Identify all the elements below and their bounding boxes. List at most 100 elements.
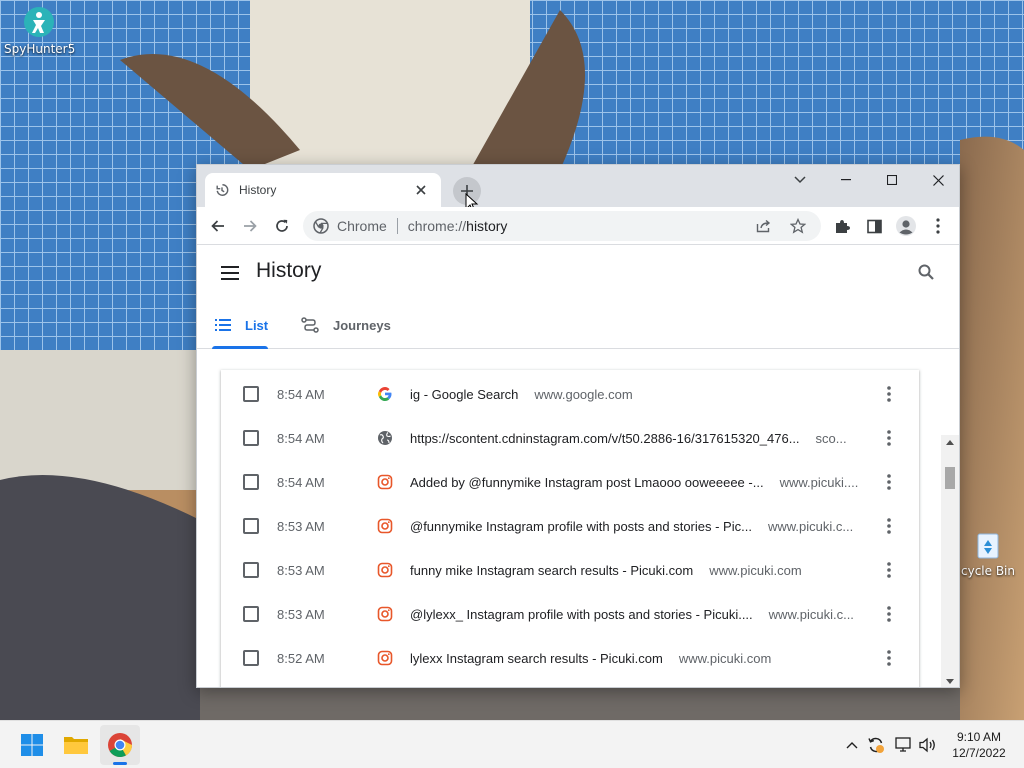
- picuki-favicon: [377, 474, 393, 490]
- row-checkbox[interactable]: [243, 650, 259, 666]
- share-icon: [756, 219, 771, 233]
- tab-strip: History: [197, 165, 959, 213]
- update-tray-button[interactable]: [866, 735, 886, 755]
- system-clock[interactable]: 9:10 AM 12/7/2022: [946, 729, 1012, 761]
- history-row[interactable]: 8:53 AM @lylexx_ Instagram profile with …: [221, 592, 919, 636]
- start-button[interactable]: [12, 725, 52, 765]
- minimize-icon: [841, 179, 851, 181]
- row-domain: www.picuki.c...: [767, 518, 854, 534]
- row-time: 8:54 AM: [277, 474, 325, 490]
- more-vert-icon[interactable]: [881, 602, 897, 626]
- row-checkbox[interactable]: [243, 518, 259, 534]
- tab-journeys[interactable]: Journeys: [301, 301, 391, 349]
- minimize-button[interactable]: [823, 165, 869, 195]
- row-title[interactable]: Added by @funnymike Instagram post Lmaoo…: [410, 475, 858, 490]
- omnibox-separator: [396, 218, 398, 234]
- arrow-right-icon: [244, 220, 257, 232]
- side-panel-button[interactable]: [860, 212, 888, 240]
- network-button[interactable]: [894, 735, 914, 755]
- history-row[interactable]: 8:54 AM Added by @funnymike Instagram po…: [221, 460, 919, 504]
- row-title[interactable]: @lylexx_ Instagram profile with posts an…: [410, 607, 854, 622]
- profile-button[interactable]: [892, 212, 920, 240]
- row-title[interactable]: funny mike Instagram search results - Pi…: [410, 563, 802, 578]
- row-checkbox[interactable]: [243, 386, 259, 402]
- file-explorer-button[interactable]: [56, 725, 96, 765]
- scrollbar-thumb: [945, 467, 955, 489]
- globe-favicon: [378, 431, 392, 445]
- windows-logo-icon: [21, 734, 43, 756]
- browser-toolbar: Chrome chrome://history: [197, 207, 959, 245]
- history-card: 8:54 AM ig - Google Search www.google.com…: [221, 370, 919, 687]
- desktop-icon-spyhunter[interactable]: SpyHunter5: [4, 6, 76, 56]
- chrome-icon: [108, 733, 132, 758]
- more-vert-icon[interactable]: [881, 558, 897, 582]
- desktop-icon-label: SpyHunter5: [4, 42, 76, 56]
- row-domain: sco...: [815, 430, 847, 446]
- more-vert-icon[interactable]: [881, 382, 897, 406]
- more-vert-icon: [936, 218, 940, 234]
- main-menu-button[interactable]: [219, 263, 241, 283]
- row-title[interactable]: @funnymike Instagram profile with posts …: [410, 519, 853, 534]
- desktop-icon-label: cycle Bin: [961, 564, 1015, 578]
- history-row[interactable]: 8:54 AM https://scontent.cdninstagram.co…: [221, 416, 919, 460]
- chevron-down-icon: [794, 176, 806, 184]
- hamburger-menu-icon: [221, 266, 239, 280]
- share-button[interactable]: [755, 217, 773, 235]
- volume-button[interactable]: [918, 735, 938, 755]
- reload-icon: [276, 219, 288, 232]
- row-title-text: Added by @funnymike Instagram post Lmaoo…: [410, 474, 764, 490]
- bookmark-button[interactable]: [789, 217, 807, 235]
- tab-list[interactable]: List: [215, 301, 268, 349]
- row-checkbox[interactable]: [243, 430, 259, 446]
- row-checkbox[interactable]: [243, 606, 259, 622]
- search-history-button[interactable]: [915, 261, 937, 283]
- puzzle-icon: [836, 220, 850, 233]
- desktop-icon-recycle-bin[interactable]: cycle Bin: [956, 528, 1020, 578]
- clock-time: 9:10 AM: [956, 730, 1002, 744]
- more-vert-icon[interactable]: [881, 426, 897, 450]
- row-title-text: @lylexx_ Instagram profile with posts an…: [410, 606, 753, 622]
- url-scheme: chrome://: [407, 218, 467, 234]
- reload-button[interactable]: [268, 212, 296, 240]
- forward-button[interactable]: [236, 212, 264, 240]
- row-title-text: ig - Google Search: [410, 386, 519, 402]
- close-icon: [932, 174, 944, 186]
- row-title[interactable]: ig - Google Search www.google.com: [410, 387, 633, 402]
- history-row[interactable]: 8:54 AM ig - Google Search www.google.com: [221, 372, 919, 416]
- page-header: History: [197, 245, 959, 301]
- back-button[interactable]: [204, 212, 232, 240]
- page-title: History: [256, 259, 322, 282]
- more-vert-icon[interactable]: [881, 514, 897, 538]
- row-title[interactable]: lylexx Instagram search results - Picuki…: [410, 651, 771, 666]
- show-hidden-icons-button[interactable]: [842, 735, 862, 755]
- maximize-button[interactable]: [869, 165, 915, 195]
- chrome-window: History Chrome chrome://history History …: [196, 164, 960, 688]
- network-icon: [895, 737, 911, 752]
- tab-close-button[interactable]: [411, 180, 431, 200]
- tab-search-button[interactable]: [777, 165, 823, 195]
- row-checkbox[interactable]: [243, 474, 259, 490]
- extensions-button[interactable]: [828, 212, 856, 240]
- speaker-icon: [919, 737, 935, 753]
- tab-history[interactable]: History: [205, 173, 441, 207]
- address-bar[interactable]: Chrome chrome://history: [303, 211, 821, 241]
- chrome-logo-icon: [313, 218, 329, 234]
- omnibox-chip: Chrome: [337, 218, 387, 234]
- chrome-taskbar-button[interactable]: [100, 725, 140, 765]
- page-scrollbar[interactable]: [941, 435, 959, 688]
- more-vert-icon[interactable]: [881, 646, 897, 670]
- history-clock-icon: [216, 184, 229, 196]
- row-title[interactable]: https://scontent.cdninstagram.com/v/t50.…: [410, 431, 847, 446]
- tab-label: Journeys: [333, 317, 391, 333]
- chrome-menu-button[interactable]: [924, 212, 952, 240]
- history-row[interactable]: 8:52 AM lylexx Instagram search results …: [221, 636, 919, 680]
- history-row[interactable]: 8:53 AM funny mike Instagram search resu…: [221, 548, 919, 592]
- more-vert-icon[interactable]: [881, 470, 897, 494]
- close-icon: [416, 185, 426, 195]
- picuki-favicon: [377, 606, 393, 622]
- tab-title: History: [239, 183, 277, 197]
- history-row[interactable]: 8:53 AM @funnymike Instagram profile wit…: [221, 504, 919, 548]
- row-checkbox[interactable]: [243, 562, 259, 578]
- row-domain: www.picuki.com: [678, 650, 772, 666]
- close-window-button[interactable]: [915, 165, 959, 195]
